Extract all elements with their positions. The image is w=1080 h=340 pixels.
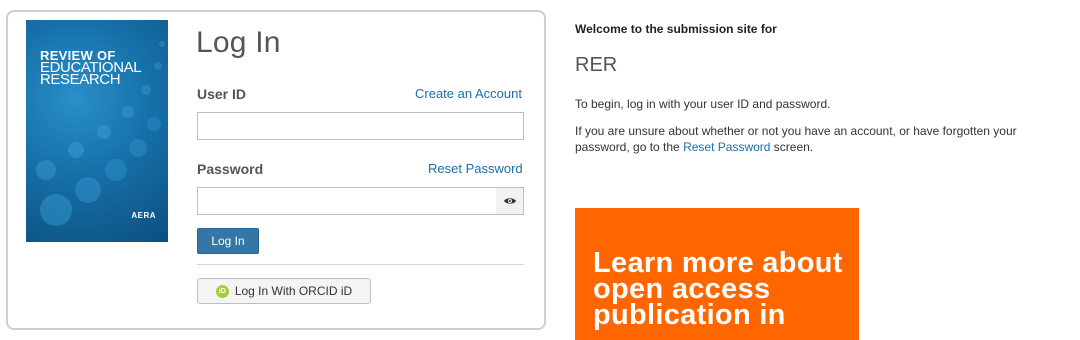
reset-password-inline-link[interactable]: Reset Password	[683, 140, 770, 154]
orcid-login-button[interactable]: iD Log In With ORCID iD	[197, 278, 371, 304]
unsure-text: If you are unsure about whether or not y…	[575, 123, 1055, 155]
orcid-button-label: Log In With ORCID iD	[234, 284, 353, 298]
welcome-heading: Welcome to the submission site for	[575, 22, 777, 36]
cover-title: REVIEW OF EDUCATIONAL RESEARCH	[40, 49, 142, 87]
promo-text: Learn more about open access publication…	[593, 247, 843, 331]
orcid-icon: iD	[215, 284, 229, 298]
unsure-text-after: screen.	[770, 140, 814, 154]
divider	[197, 264, 524, 265]
login-button[interactable]: Log In	[197, 228, 259, 254]
instruction-text: To begin, log in with your user ID and p…	[575, 97, 831, 111]
user-id-input[interactable]	[197, 112, 524, 140]
reset-password-link[interactable]: Reset Password	[428, 161, 523, 176]
publisher-logo: AERA	[131, 211, 156, 220]
open-access-promo-banner[interactable]: Learn more about open access publication…	[575, 208, 859, 340]
login-heading: Log In	[196, 26, 281, 59]
show-password-button[interactable]	[496, 187, 524, 215]
password-label: Password	[197, 161, 264, 177]
eye-icon	[503, 198, 516, 204]
password-input[interactable]	[197, 187, 497, 215]
journal-code: RER	[575, 54, 618, 76]
journal-cover-image: REVIEW OF EDUCATIONAL RESEARCH AERA	[26, 20, 168, 242]
user-id-label: User ID	[197, 86, 247, 102]
create-account-link[interactable]: Create an Account	[415, 86, 522, 101]
